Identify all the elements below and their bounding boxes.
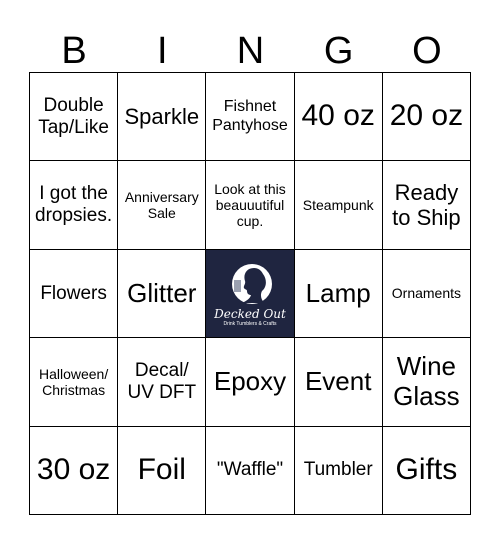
- bingo-cell[interactable]: 30 oz: [30, 426, 119, 515]
- bingo-cell[interactable]: Flowers: [30, 249, 119, 339]
- bingo-cell[interactable]: Steampunk: [294, 161, 383, 250]
- header-letter: G: [323, 30, 354, 72]
- bingo-cell[interactable]: 20 oz: [382, 73, 471, 162]
- bingo-cell[interactable]: Halloween/ Christmas: [30, 338, 119, 427]
- header-letter: B: [61, 30, 87, 72]
- logo-subtext: Drink Tumblers & Crafts: [223, 320, 277, 327]
- bingo-cell[interactable]: Gifts: [382, 426, 471, 515]
- bingo-cell[interactable]: Look at this beauuutiful cup.: [206, 161, 295, 250]
- header-letter: N: [236, 30, 265, 72]
- bingo-cell[interactable]: 40 oz: [294, 73, 383, 162]
- bingo-cell[interactable]: Tumbler: [294, 426, 383, 515]
- bingo-cell[interactable]: Event: [294, 338, 383, 427]
- bingo-header: B I N G O: [30, 28, 471, 74]
- free-space-logo[interactable]: Decked Out Drink Tumblers & Crafts: [206, 249, 295, 339]
- bingo-cell[interactable]: "Waffle": [206, 426, 295, 515]
- logo-text: Decked Out: [214, 306, 286, 321]
- bingo-cell[interactable]: I got the dropsies.: [30, 161, 119, 250]
- bingo-cell[interactable]: Decal/ UV DFT: [118, 338, 207, 427]
- bingo-cell[interactable]: Glitter: [118, 249, 207, 339]
- bingo-grid: Double Tap/Like Sparkle Fishnet Pantyhos…: [29, 72, 471, 515]
- bingo-cell[interactable]: Foil: [118, 426, 207, 515]
- bingo-cell[interactable]: Double Tap/Like: [30, 73, 119, 162]
- bingo-cell[interactable]: Ready to Ship: [382, 161, 471, 250]
- silhouette-logo-icon: [231, 263, 272, 304]
- bingo-cell[interactable]: Ornaments: [382, 249, 471, 339]
- bingo-cell[interactable]: Lamp: [294, 249, 383, 339]
- bingo-cell[interactable]: Epoxy: [206, 338, 295, 427]
- header-letter: O: [412, 30, 442, 72]
- header-letter: I: [157, 30, 168, 72]
- bingo-cell[interactable]: Sparkle: [118, 73, 207, 162]
- bingo-cell[interactable]: Anniversary Sale: [118, 161, 207, 250]
- bingo-cell[interactable]: Fishnet Pantyhose: [206, 73, 295, 162]
- bingo-cell[interactable]: Wine Glass: [382, 338, 471, 427]
